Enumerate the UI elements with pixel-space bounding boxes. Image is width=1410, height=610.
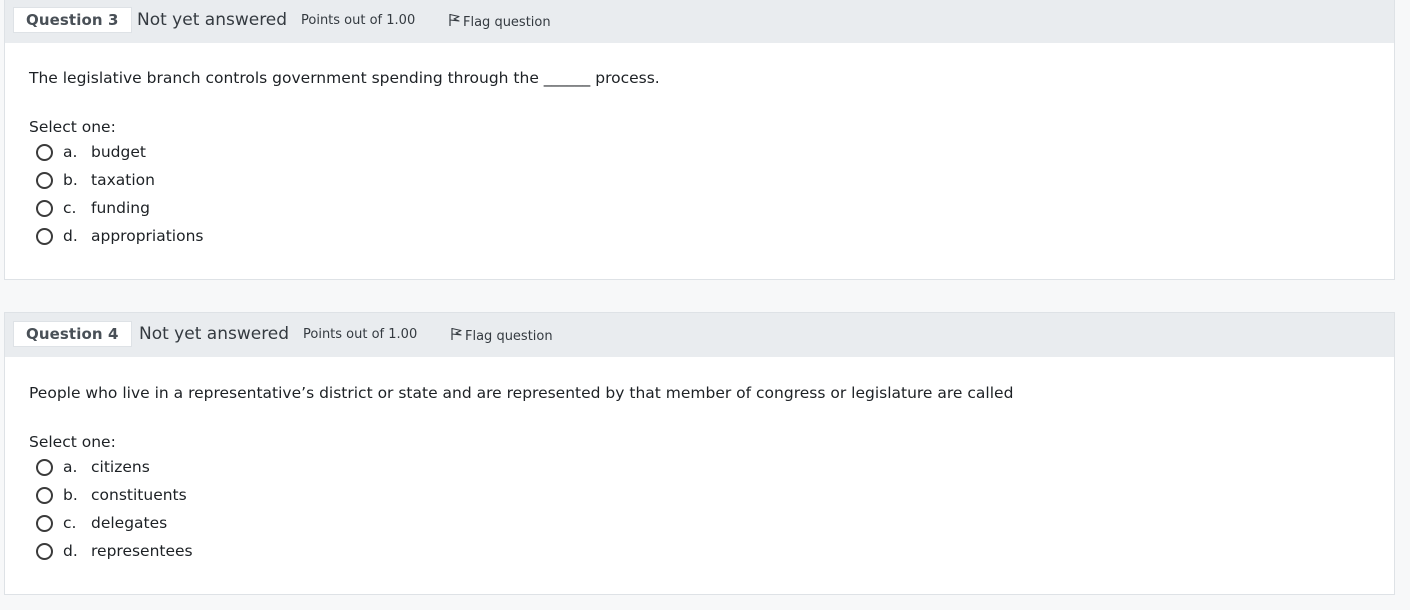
option-label[interactable]: constituents — [91, 486, 187, 504]
question-text: People who live in a representative’s di… — [29, 384, 1014, 402]
question-state: Not yet answered — [137, 10, 288, 30]
question-grade: Points out of 1.00 — [301, 13, 416, 28]
option-label[interactable]: funding — [91, 199, 150, 217]
radio-button[interactable] — [36, 486, 53, 504]
option-letter: b. — [63, 171, 78, 189]
flag-icon — [450, 327, 465, 346]
question-state: Not yet answered — [139, 324, 290, 344]
option-letter: d. — [63, 227, 78, 245]
answer-option[interactable]: c. delegates — [36, 509, 193, 537]
question-4-header: Question 4 Not yet answered Points out o… — [5, 313, 1394, 357]
answer-option[interactable]: c. funding — [36, 194, 203, 222]
option-label[interactable]: representees — [91, 542, 193, 560]
radio-button[interactable] — [36, 542, 53, 560]
question-text: The legislative branch controls governme… — [29, 69, 660, 87]
question-number: Question 3 — [13, 7, 132, 33]
radio-button[interactable] — [36, 171, 53, 189]
option-label[interactable]: appropriations — [91, 227, 203, 245]
option-label[interactable]: budget — [91, 143, 146, 161]
answer-option[interactable]: d. representees — [36, 537, 193, 565]
option-letter: b. — [63, 486, 78, 504]
flag-question-button[interactable]: Flag question — [448, 13, 551, 32]
question-grade: Points out of 1.00 — [303, 327, 418, 342]
radio-button[interactable] — [36, 458, 53, 476]
option-label[interactable]: taxation — [91, 171, 155, 189]
option-letter: a. — [63, 458, 78, 476]
flag-question-label: Flag question — [463, 14, 551, 30]
flag-icon — [448, 13, 463, 32]
option-letter: d. — [63, 542, 78, 560]
option-label[interactable]: delegates — [91, 514, 167, 532]
flag-question-label: Flag question — [465, 328, 553, 344]
answer-option[interactable]: b. taxation — [36, 166, 203, 194]
option-label[interactable]: citizens — [91, 458, 150, 476]
question-3-card: Question 3 Not yet answered Points out o… — [4, 0, 1395, 280]
answer-option[interactable]: a. budget — [36, 138, 203, 166]
question-3-header: Question 3 Not yet answered Points out o… — [5, 0, 1394, 43]
option-letter: c. — [63, 514, 77, 532]
answer-options: a. budget b. taxation c. funding d. appr… — [36, 138, 203, 250]
answer-options: a. citizens b. constituents c. delegates… — [36, 453, 193, 565]
answer-option[interactable]: a. citizens — [36, 453, 193, 481]
question-number: Question 4 — [13, 321, 132, 347]
select-one-prompt: Select one: — [29, 433, 116, 451]
question-4-card: Question 4 Not yet answered Points out o… — [4, 312, 1395, 595]
radio-button[interactable] — [36, 514, 53, 532]
radio-button[interactable] — [36, 143, 53, 161]
option-letter: a. — [63, 143, 78, 161]
answer-option[interactable]: b. constituents — [36, 481, 193, 509]
select-one-prompt: Select one: — [29, 118, 116, 136]
radio-button[interactable] — [36, 199, 53, 217]
radio-button[interactable] — [36, 227, 53, 245]
answer-option[interactable]: d. appropriations — [36, 222, 203, 250]
flag-question-button[interactable]: Flag question — [450, 327, 553, 346]
option-letter: c. — [63, 199, 77, 217]
